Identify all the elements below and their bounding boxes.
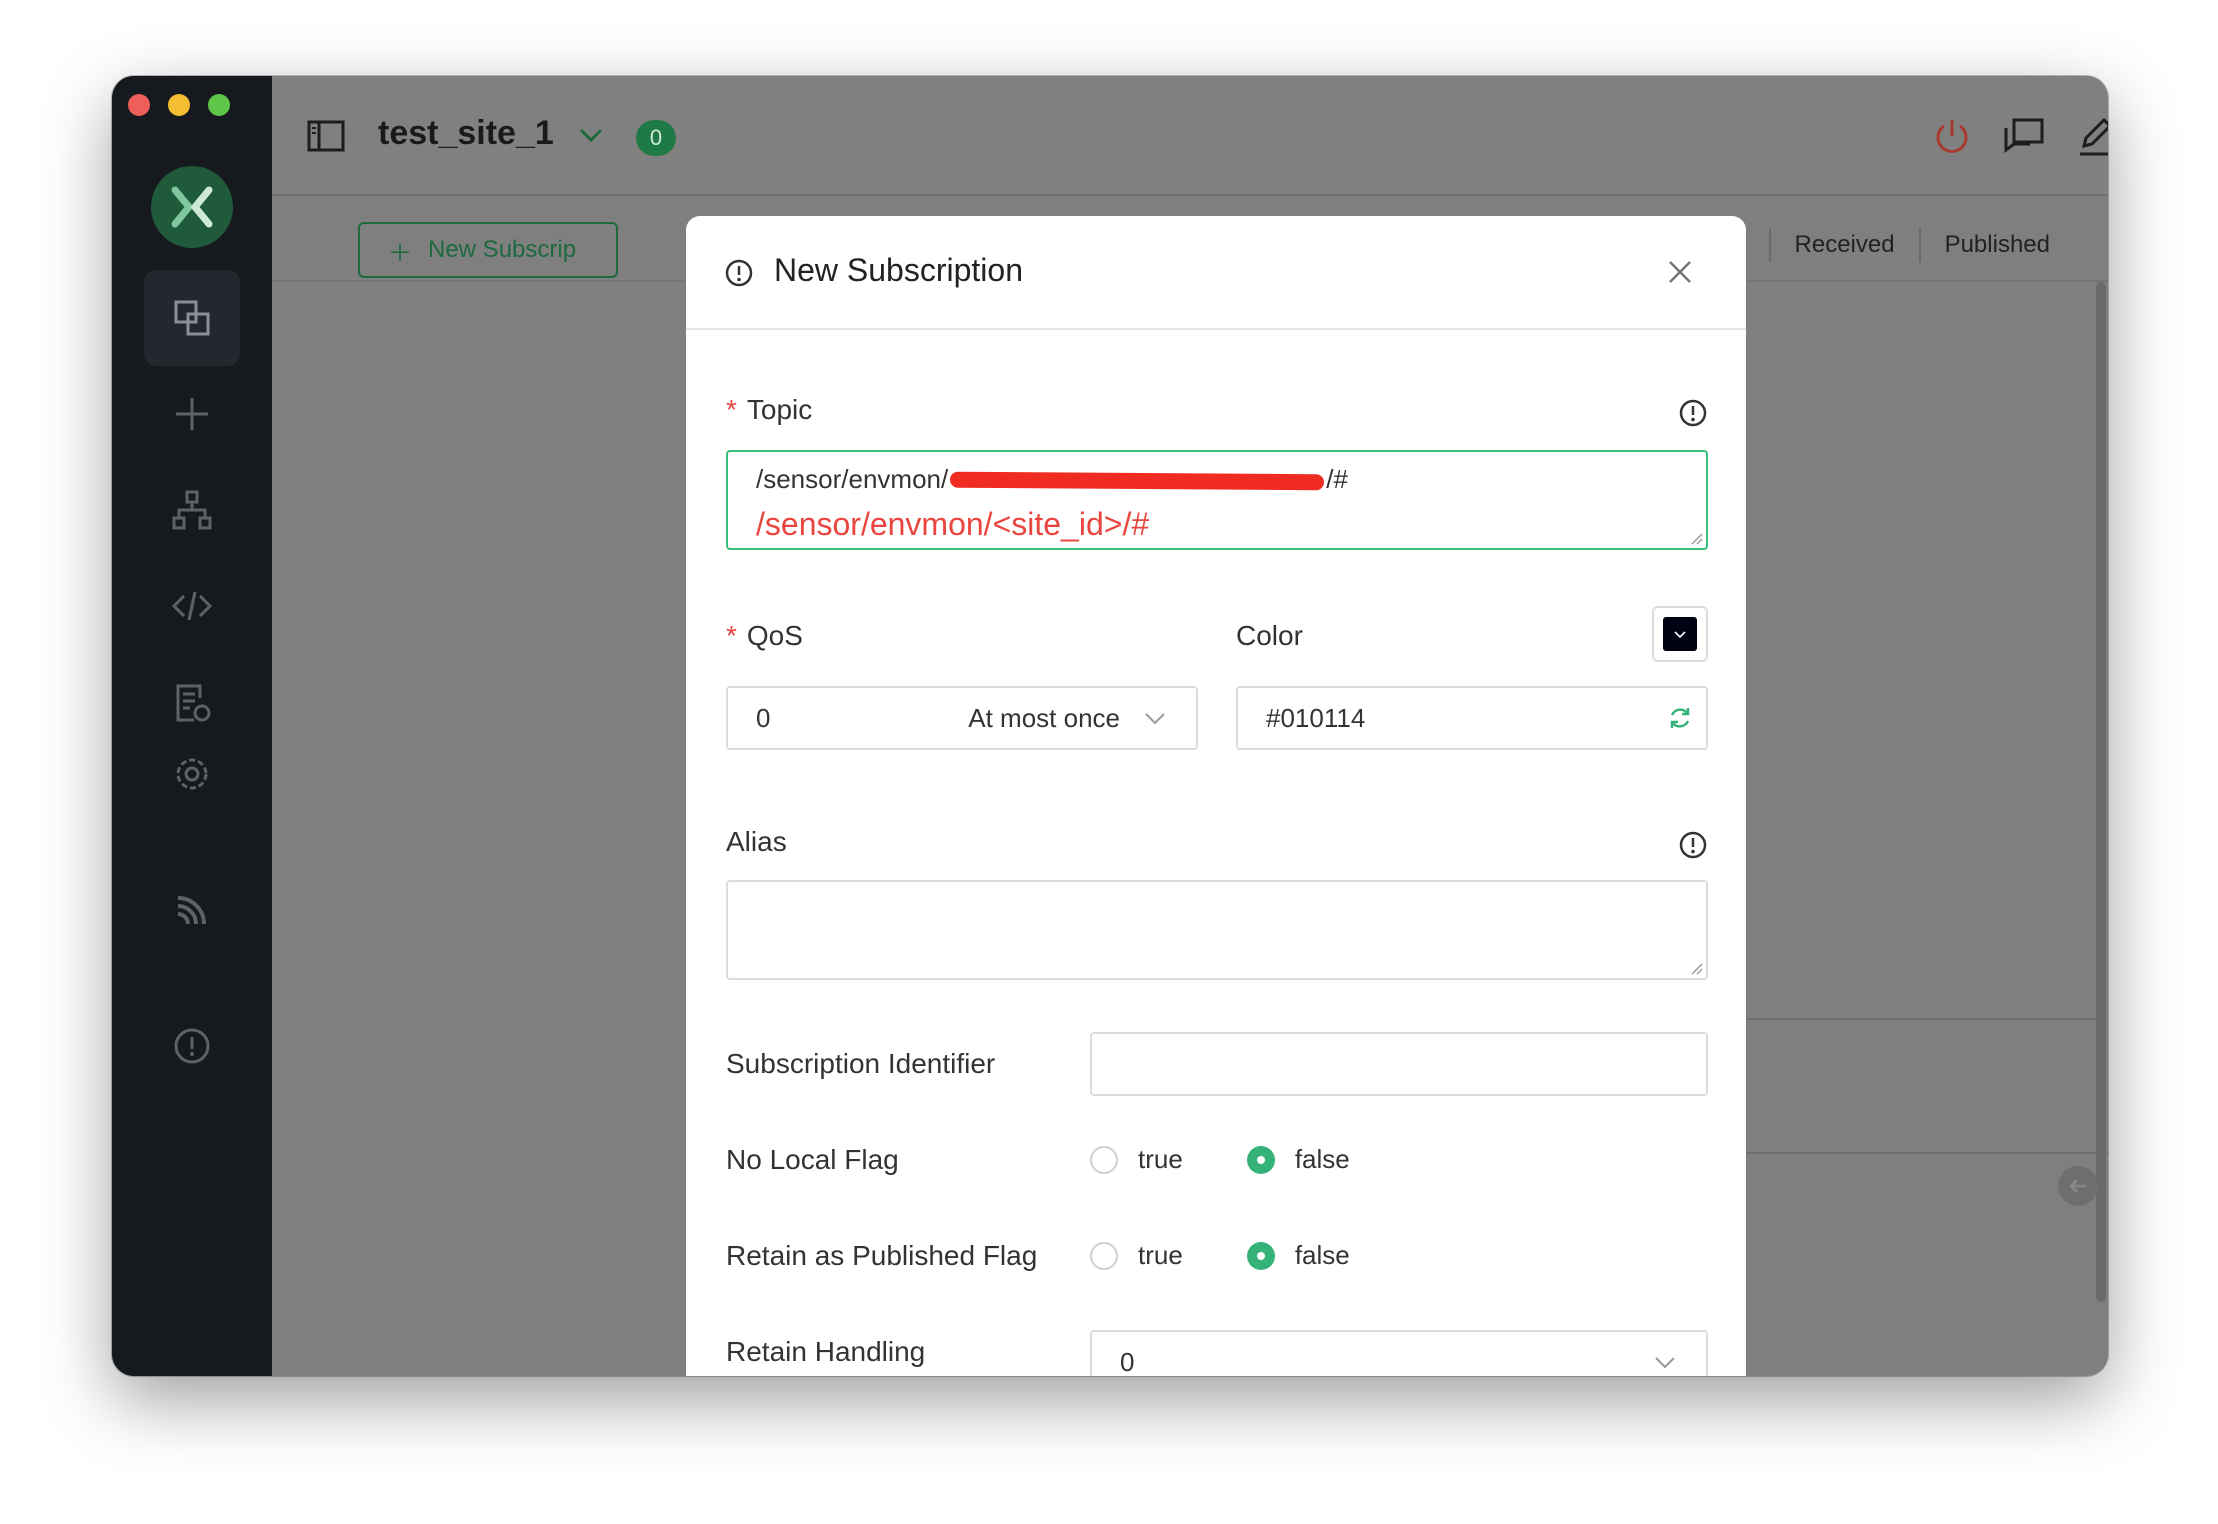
connection-title: test_site_1 <box>378 114 554 152</box>
retain-as-published-label: Retain as Published Flag <box>726 1240 1038 1271</box>
sidebar-item-connections[interactable] <box>144 270 240 366</box>
sidebar-item-settings[interactable] <box>144 726 240 822</box>
help-icon[interactable] <box>1678 830 1708 860</box>
retain-as-published-true-radio[interactable] <box>1090 1241 1118 1270</box>
connections-icon <box>174 300 210 336</box>
edit-icon[interactable] <box>2074 114 2108 158</box>
close-icon[interactable] <box>1664 256 1696 288</box>
resize-handle-icon[interactable] <box>1686 528 1704 546</box>
top-bar: test_site_1 0 <box>272 76 2108 196</box>
composer-divider <box>1692 1018 2108 1020</box>
required-asterisk: * <box>726 620 737 651</box>
new-subscription-button[interactable]: ＋ New Subscrip <box>358 222 618 278</box>
qos-select[interactable]: 0 At most once <box>726 686 1198 750</box>
connection-count-badge: 0 <box>636 120 676 156</box>
no-local-flag-label: No Local Flag <box>726 1144 899 1175</box>
dialog-header: New Subscription <box>686 216 1746 330</box>
alias-input[interactable] <box>726 880 1708 980</box>
topic-input[interactable]: /sensor/envmon//# /sensor/envmon/<site_i… <box>726 450 1708 550</box>
resize-handle-icon[interactable] <box>1686 958 1704 976</box>
sidebar-item-new-connection[interactable] <box>144 366 240 462</box>
add-icon <box>176 398 208 430</box>
chevron-down-icon[interactable] <box>576 120 606 150</box>
tab-published[interactable]: Published <box>1921 231 2074 259</box>
tab-received[interactable]: Received <box>1771 231 1919 259</box>
scrollbar-thumb[interactable] <box>2096 282 2106 1302</box>
about-icon <box>174 1028 210 1064</box>
chevron-down-icon <box>1674 631 1686 639</box>
retain-as-published-radio-group: true false <box>1090 1240 1350 1271</box>
app-logo <box>151 166 233 248</box>
retain-handling-select[interactable]: 0 <box>1090 1330 1708 1376</box>
sidebar <box>112 76 272 1376</box>
app-window: test_site_1 0 ＋ New Subscrip Received Pu… <box>112 76 2108 1376</box>
topic-value: /sensor/envmon//# <box>756 464 1348 494</box>
message-filter-tabs: All Received Published <box>1694 228 2074 262</box>
sidebar-item-about[interactable] <box>144 998 240 1094</box>
redaction-mark <box>950 471 1325 491</box>
dialog-title: New Subscription <box>774 252 1023 288</box>
color-picker-button[interactable] <box>1652 606 1708 662</box>
new-subscription-dialog: New Subscription * Topic /sensor/envmon//… <box>686 216 1746 1376</box>
color-input[interactable]: #010114 <box>1236 686 1708 750</box>
sidebar-item-script[interactable] <box>144 558 240 654</box>
chevron-down-icon <box>1655 1357 1675 1369</box>
refresh-icon[interactable] <box>1666 704 1694 732</box>
topic-label: * Topic <box>726 394 813 425</box>
alias-label: Alias <box>726 826 787 857</box>
color-swatch <box>1663 617 1697 651</box>
no-local-false-radio[interactable] <box>1246 1145 1275 1174</box>
info-icon <box>725 259 753 287</box>
sidebar-item-feed[interactable] <box>144 862 240 958</box>
history-prev-button[interactable] <box>2058 1166 2098 1206</box>
no-local-true-radio[interactable] <box>1090 1145 1118 1174</box>
sidebar-item-topology[interactable] <box>144 462 240 558</box>
retain-handling-label: Retain Handling <box>726 1336 926 1367</box>
retain-as-published-false-radio[interactable] <box>1246 1241 1275 1270</box>
chat-icon[interactable] <box>2002 114 2046 158</box>
feed-icon <box>177 896 206 925</box>
composer-divider <box>1692 1152 2108 1154</box>
toggle-sidebar-icon[interactable] <box>306 116 346 156</box>
mqttx-logo-icon <box>171 186 213 228</box>
topic-annotation: /sensor/envmon/<site_id>/# <box>756 506 1150 542</box>
settings-icon <box>176 758 208 790</box>
subscription-identifier-input[interactable] <box>1090 1032 1708 1096</box>
close-window-button[interactable] <box>128 94 150 116</box>
required-asterisk: * <box>726 394 737 425</box>
script-icon <box>171 591 213 621</box>
no-local-flag-radio-group: true false <box>1090 1144 1350 1175</box>
subscription-identifier-label: Subscription Identifier <box>726 1048 996 1079</box>
qos-label: * QoS <box>726 620 803 651</box>
arrow-left-icon <box>2069 1179 2086 1193</box>
topology-icon <box>172 490 212 530</box>
color-label: Color <box>1236 620 1303 651</box>
help-icon[interactable] <box>1678 398 1708 428</box>
minimize-window-button[interactable] <box>168 94 190 116</box>
log-icon <box>176 684 211 722</box>
chevron-down-icon <box>1145 713 1165 725</box>
disconnect-icon[interactable] <box>1930 114 1974 158</box>
maximize-window-button[interactable] <box>208 94 230 116</box>
plus-icon: ＋ <box>388 239 412 267</box>
